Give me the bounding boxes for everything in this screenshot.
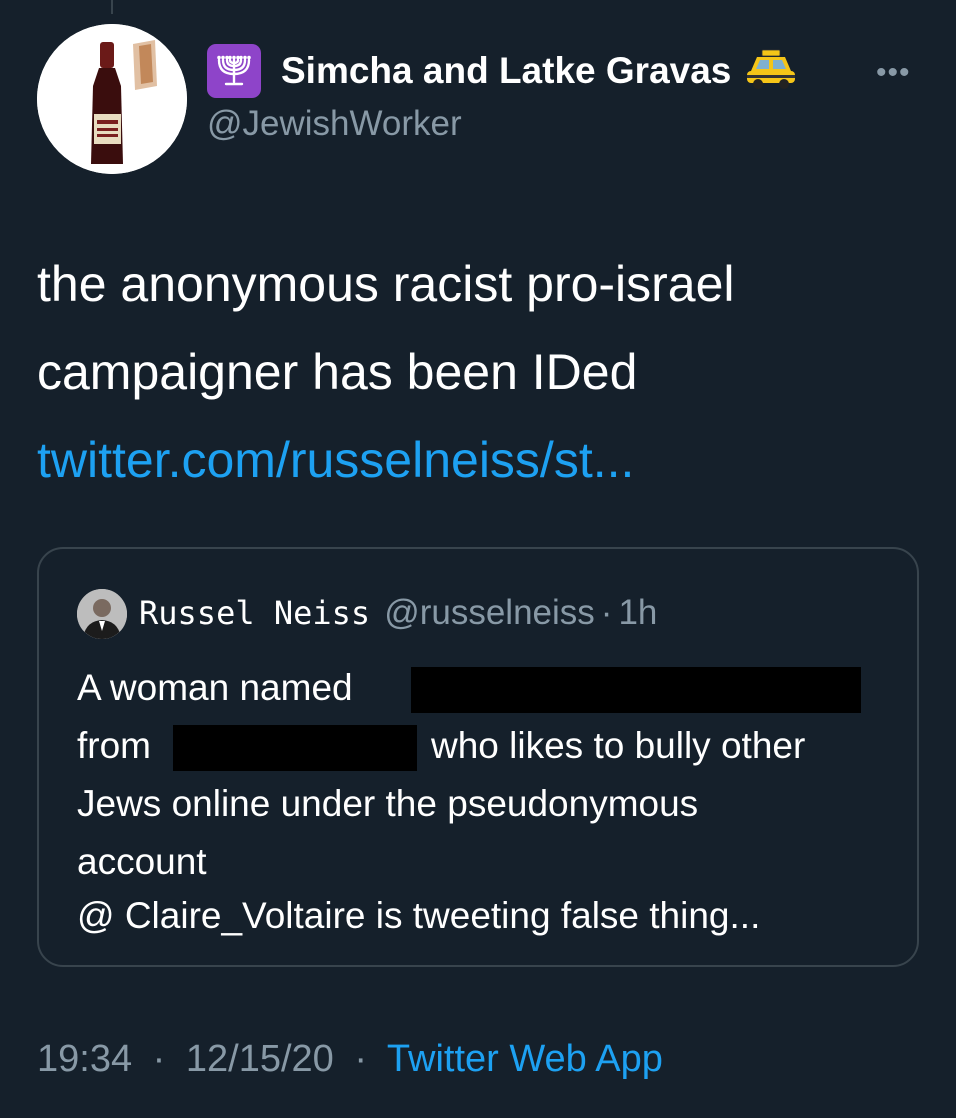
quoted-author-handle: @russelneiss: [384, 593, 595, 632]
quoted-text-line: account: [77, 841, 207, 882]
quoted-text-line: @ Claire_Voltaire is tweeting false thin…: [77, 895, 761, 936]
separator-dot: ·: [600, 593, 613, 632]
menorah-icon: [207, 44, 261, 98]
quoted-tweet-time: 1h: [618, 593, 658, 632]
quoted-tweet-header: Russel Neiss @russelneiss · 1h: [139, 593, 657, 633]
separator-dot: ·: [354, 1038, 368, 1080]
tweet-footer: 19:34 · 12/15/20 · Twitter Web App: [37, 1038, 663, 1081]
source-app-link[interactable]: Twitter Web App: [387, 1038, 663, 1080]
more-options-icon[interactable]: •••: [876, 56, 911, 90]
quoted-author-avatar: [77, 589, 127, 639]
quoted-tweet-card[interactable]: Russel Neiss @russelneiss · 1h A woman n…: [37, 547, 919, 967]
quoted-text-line: who likes to bully other: [431, 725, 806, 766]
tweet-text-line: campaigner has been IDed: [37, 344, 638, 400]
author-avatar[interactable]: [37, 24, 187, 174]
author-name-row[interactable]: Simcha and Latke Gravas: [207, 44, 797, 98]
quoted-text-line: A woman named: [77, 667, 353, 708]
tweet-text-line: the anonymous racist pro-israel: [37, 256, 735, 312]
quoted-text-line: Jews online under the pseudonymous: [77, 783, 699, 824]
thread-connector-line: [111, 0, 113, 14]
redaction-bar: [411, 667, 861, 713]
tweet-text: the anonymous racist pro-israel campaign…: [37, 240, 917, 504]
taxi-icon: [745, 47, 797, 96]
redaction-bar: [173, 725, 417, 771]
author-display-name[interactable]: Simcha and Latke Gravas: [281, 50, 731, 92]
tweet-date[interactable]: 12/15/20: [186, 1038, 334, 1080]
tweet-time[interactable]: 19:34: [37, 1038, 132, 1080]
author-handle[interactable]: @JewishWorker: [207, 104, 462, 144]
separator-dot: ·: [152, 1038, 166, 1080]
wine-bottle-icon: [37, 24, 187, 174]
quoted-text-line: from: [77, 725, 151, 766]
quoted-author-name: Russel Neiss: [139, 594, 371, 632]
tweet-link[interactable]: twitter.com/russelneiss/st...: [37, 416, 917, 504]
